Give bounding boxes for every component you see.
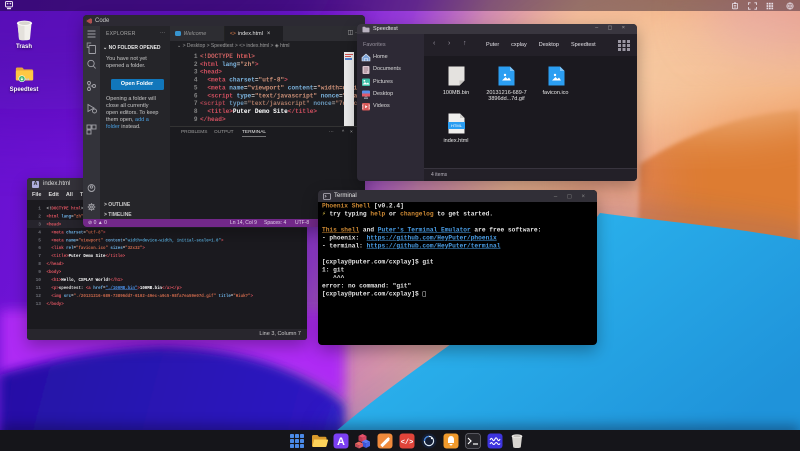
svg-text:</>: </> <box>401 439 414 447</box>
svg-text:A: A <box>337 436 345 448</box>
svg-text:HTML: HTML <box>451 123 463 128</box>
